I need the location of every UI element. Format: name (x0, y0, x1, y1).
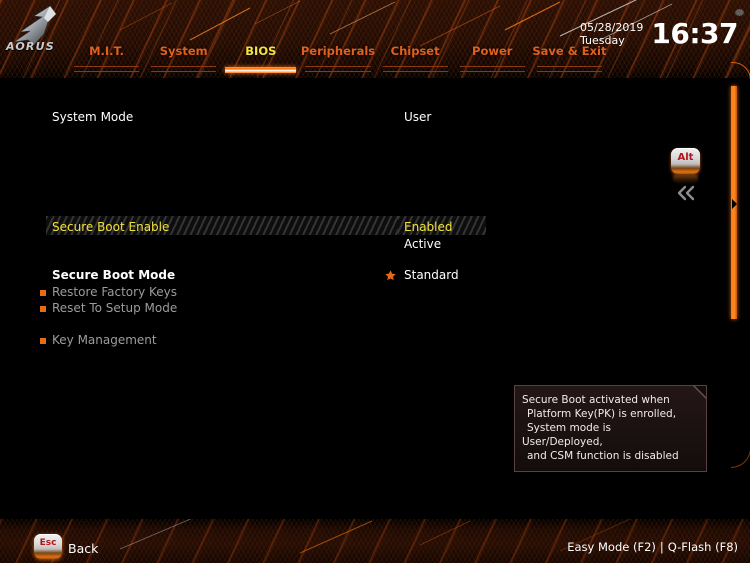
scroll-indicator-arrow-icon[interactable] (732, 199, 737, 209)
nav-tab-system[interactable]: System (145, 44, 222, 74)
nav-tab-underline (536, 66, 602, 72)
footer-shortcuts: Easy Mode (F2) | Q-Flash (F8) (567, 540, 738, 554)
nav-tab-underline (305, 66, 371, 72)
help-tooltip: Secure Boot activated when Platform Key(… (514, 385, 707, 472)
nav-tab-label: Chipset (390, 44, 440, 58)
back-label[interactable]: Back (68, 541, 98, 556)
setting-value: Enabled (404, 220, 453, 234)
q-flash-shortcut[interactable]: Q-Flash (F8) (668, 540, 738, 554)
menu-item-key-management[interactable]: Key Management (0, 331, 750, 351)
time-value: 16:37 (651, 17, 738, 50)
footer-separator: | (659, 540, 664, 554)
gear-icon[interactable] (733, 6, 746, 19)
tooltip-line: User/Deployed, (522, 436, 603, 448)
bullet-square-icon (40, 290, 46, 296)
side-panel-edge-bottom (731, 317, 750, 468)
nav-tab-underline-active (225, 67, 297, 73)
menu-item-reset-to-setup-mode[interactable]: Reset To Setup Mode (0, 299, 750, 319)
setting-label: Secure Boot Mode (52, 268, 176, 282)
nav-tab-label: Power (472, 44, 513, 58)
nav-tab-mit[interactable]: M.I.T. (68, 44, 145, 74)
alt-key-reflection (673, 175, 698, 184)
tooltip-line: System mode is (527, 422, 611, 434)
setting-value: User (404, 110, 432, 124)
tooltip-fold-corner-inner (695, 386, 706, 397)
main-nav: M.I.T. System BIOS Peripherals Chipset P… (68, 44, 608, 74)
nav-tab-label: BIOS (245, 44, 277, 58)
alt-key-button[interactable]: Alt (671, 148, 700, 174)
clock-block: 05/28/2019 Tuesday 16:37 (580, 17, 739, 50)
nav-tab-underline (151, 66, 217, 72)
setting-row-system-mode[interactable]: System Mode User (0, 108, 750, 128)
double-chevron-left-icon[interactable] (675, 185, 697, 201)
nav-tab-label: Peripherals (300, 44, 376, 58)
bullet-square-icon (40, 338, 46, 344)
tooltip-line: and CSM function is disabled (527, 450, 679, 462)
tooltip-line: Secure Boot activated when (522, 394, 670, 406)
setting-value: Active (404, 237, 442, 251)
menu-item-label: Key Management (52, 333, 157, 347)
date-value: 05/28/2019 (579, 21, 644, 34)
nav-tab-label: M.I.T. (89, 44, 125, 58)
star-icon (385, 270, 396, 281)
menu-item-label: Restore Factory Keys (52, 285, 178, 299)
esc-key-label: Esc (39, 538, 57, 548)
setting-label: System Mode (52, 110, 134, 124)
nav-tab-underline (459, 66, 525, 72)
weekday-value: Tuesday (579, 34, 625, 47)
esc-key-button[interactable]: Esc (34, 534, 62, 559)
nav-tab-power[interactable]: Power (454, 44, 531, 74)
menu-item-label: Reset To Setup Mode (52, 301, 178, 315)
nav-tab-peripherals[interactable]: Peripherals (299, 44, 376, 74)
setting-label: Secure Boot Enable (52, 220, 170, 234)
nav-tab-label: System (159, 44, 208, 58)
header-bar: AORUS M.I.T. System BIOS Peripherals Chi… (0, 0, 750, 78)
nav-tab-bios[interactable]: BIOS (222, 44, 299, 74)
setting-row-secure-boot-state: Active (0, 235, 750, 255)
date-display: 05/28/2019 Tuesday (580, 21, 643, 47)
nav-tab-chipset[interactable]: Chipset (377, 44, 454, 74)
alt-key-label: Alt (677, 152, 694, 163)
nav-tab-save-exit[interactable]: Save & Exit (531, 44, 608, 74)
aorus-wordmark: AORUS (6, 40, 55, 53)
nav-tab-underline (74, 66, 140, 72)
bullet-square-icon (40, 306, 46, 312)
nav-tab-underline (382, 66, 448, 72)
tooltip-line: Platform Key(PK) is enrolled, (527, 408, 677, 420)
setting-value: Standard (404, 268, 459, 282)
easy-mode-shortcut[interactable]: Easy Mode (F2) (567, 540, 656, 554)
